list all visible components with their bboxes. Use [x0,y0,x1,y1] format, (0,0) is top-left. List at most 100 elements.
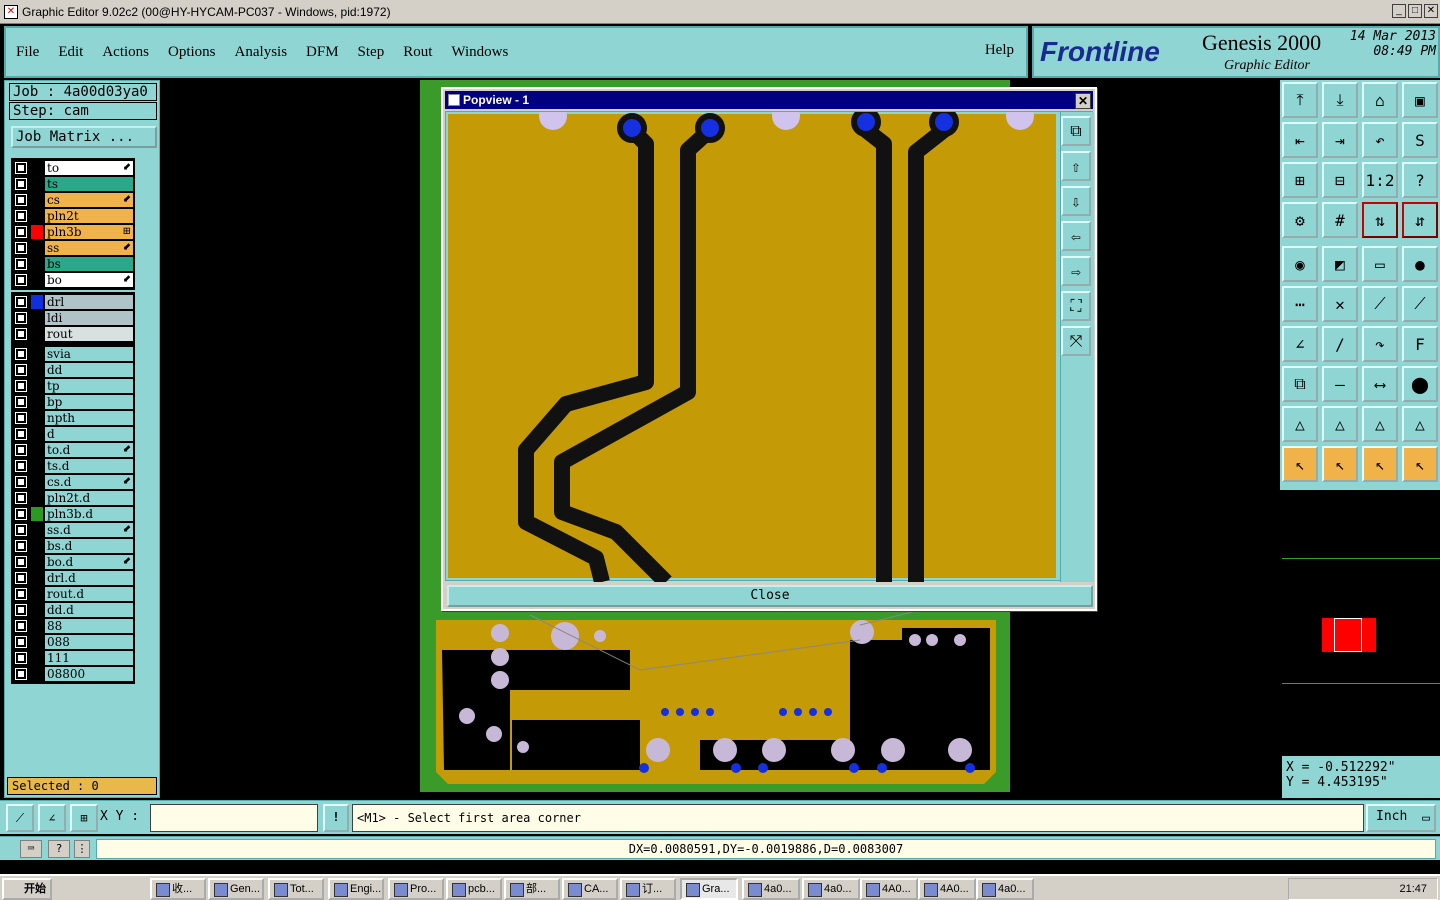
taskbar-item[interactable]: Engi... [328,878,384,900]
more-icon[interactable]: ⋮ [74,840,90,858]
layer-checkbox[interactable] [15,444,27,456]
layer-checkbox[interactable] [15,364,27,376]
zoom-home-icon[interactable]: ⛶ [1061,291,1091,321]
select-net-icon[interactable]: ↖ [1402,446,1438,482]
polygon3-icon[interactable]: △ [1362,406,1398,442]
layer-row[interactable]: ts [13,176,133,192]
menu-actions[interactable]: Actions [102,44,149,61]
add-pad-icon[interactable]: ◉ [1282,246,1318,282]
shapes-icon[interactable]: ⬤ [1402,366,1438,402]
menu-rout[interactable]: Rout [403,44,432,61]
layer-row[interactable]: drl.d [13,570,133,586]
overview-map[interactable] [1282,490,1440,756]
layer-row[interactable]: tp [13,378,133,394]
layer-name[interactable]: ldi [45,311,133,325]
minimize-button[interactable]: _ [1392,4,1406,18]
job-matrix-button[interactable]: Job Matrix ... [11,126,157,148]
layer-row[interactable]: drl [13,294,133,310]
pan-right-icon[interactable]: ⇨ [1061,256,1091,286]
help-small-icon[interactable]: ? [48,840,70,858]
layer-checkbox[interactable] [15,380,27,392]
taskbar-item[interactable]: 收... [150,878,206,900]
layer-checkbox[interactable] [15,572,27,584]
layer-name[interactable]: pln2t [45,209,133,223]
layer-name[interactable]: drl [45,295,133,309]
layer-row[interactable]: 08800 [13,666,133,682]
taskbar-item[interactable]: Tot... [268,878,324,900]
layer-row[interactable]: dd [13,362,133,378]
taskbar-item[interactable]: 4a0... [742,878,800,900]
ruler-icon[interactable]: ▭ [1362,246,1398,282]
layer-checkbox[interactable] [15,328,27,340]
taskbar-item[interactable]: Gra... [680,878,738,900]
layer-name[interactable]: rout [45,327,133,341]
layer-name[interactable]: rout.d [45,587,133,601]
layer-name[interactable]: d [45,427,133,441]
layer-checkbox[interactable] [15,604,27,616]
taskbar-item[interactable]: pcb... [446,878,502,900]
layer-name[interactable]: 088 [45,635,133,649]
slash-icon[interactable]: / [1322,326,1358,362]
menu-dfm[interactable]: DFM [306,44,339,61]
layer-checkbox[interactable] [15,540,27,552]
layer-name[interactable]: pln3b.d [45,507,133,521]
close-button[interactable]: ✕ [1424,4,1438,18]
select-box-icon[interactable]: ↖ [1322,446,1358,482]
zoom-ratio-icon[interactable]: 1:2 [1362,162,1398,198]
layer-name[interactable]: bp [45,395,133,409]
popview-close-button[interactable]: Close [447,585,1093,607]
layer-checkbox[interactable] [15,492,27,504]
undo-icon[interactable]: ↶ [1362,122,1398,158]
taskbar-item[interactable]: 4a0... [976,878,1034,900]
layer-row[interactable]: to ⬋ [13,160,133,176]
pan-left-icon[interactable]: ⇤ [1282,122,1318,158]
layer-up-icon[interactable]: ⤒ [1282,82,1318,118]
layer-name[interactable]: svia [45,347,133,361]
layer-row[interactable]: 111 [13,650,133,666]
pan-right-icon[interactable]: ⇥ [1322,122,1358,158]
layer-checkbox[interactable] [15,476,27,488]
layer-name[interactable]: 111 [45,651,133,665]
angle-icon[interactable]: ∠ [1282,326,1318,362]
snap-icon[interactable]: S [1402,122,1438,158]
layer-name[interactable]: tp [45,379,133,393]
layer-checkbox[interactable] [15,620,27,632]
layer-name[interactable]: bs.d [45,539,133,553]
angle-mode-icon[interactable]: ∠ [38,804,66,832]
xy-input[interactable] [150,804,318,832]
layer-row[interactable]: pln3b ⊞ [13,224,133,240]
text-icon[interactable]: F [1402,326,1438,362]
layer-row[interactable]: cs ⬋ [13,192,133,208]
layer-checkbox[interactable] [15,524,27,536]
menu-options[interactable]: Options [168,44,216,61]
layer-checkbox[interactable] [15,412,27,424]
layer-checkbox[interactable] [15,460,27,472]
pan-left-icon[interactable]: ⇦ [1061,221,1091,251]
arc-icon[interactable]: ↷ [1362,326,1398,362]
layer-row[interactable]: ss ⬋ [13,240,133,256]
layer-name[interactable]: bo ⬋ [45,273,133,287]
resize-icon[interactable]: ⟷ [1362,366,1398,402]
layer-checkbox[interactable] [15,178,27,190]
line-mode-icon[interactable]: ⟋ [6,804,34,832]
taskbar-item[interactable]: CA... [562,878,618,900]
maximize-button[interactable]: □ [1408,4,1422,18]
layer-row[interactable]: d [13,426,133,442]
connect-icon[interactable]: ⋯ [1282,286,1318,322]
layer-swap-icon[interactable]: ⇵ [1402,202,1438,238]
line-end-icon[interactable]: ⟋ [1402,286,1438,322]
taskbar-item[interactable]: Gen... [208,878,264,900]
polygon2-icon[interactable]: △ [1322,406,1358,442]
layer-name[interactable]: bo.d ⬋ [45,555,133,569]
layer-checkbox[interactable] [15,296,27,308]
layer-checkbox[interactable] [15,428,27,440]
menu-windows[interactable]: Windows [451,44,508,61]
layer-row[interactable]: 088 [13,634,133,650]
layer-row[interactable]: bp [13,394,133,410]
layer-name[interactable]: pln3b ⊞ [45,225,133,239]
layer-checkbox[interactable] [15,396,27,408]
select-icon[interactable]: ↖ [1282,446,1318,482]
layer-row[interactable]: bo.d ⬋ [13,554,133,570]
layer-row[interactable]: rout.d [13,586,133,602]
layer-name[interactable]: npth [45,411,133,425]
